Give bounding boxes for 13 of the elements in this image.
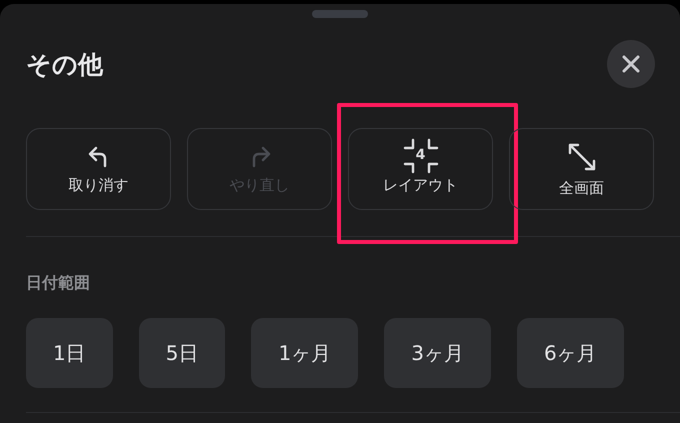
section-label: 日付範囲 xyxy=(26,273,91,294)
range-chip[interactable]: 6ヶ月 xyxy=(516,318,624,388)
range-chip[interactable]: 1ヶ月 xyxy=(251,318,358,388)
range-chip[interactable]: 3ヶ月 xyxy=(384,318,491,388)
range-chip[interactable]: 1日 xyxy=(26,318,113,388)
close-icon xyxy=(621,54,641,74)
action-button[interactable]: 取り消す xyxy=(26,128,171,210)
range-chip[interactable]: 5日 xyxy=(138,318,226,388)
drag-handle[interactable] xyxy=(312,10,368,18)
close-button[interactable] xyxy=(607,40,655,88)
sheet-title: その他 xyxy=(26,48,103,80)
action-button[interactable]: 全画面 xyxy=(509,128,654,210)
action-button[interactable]: 4 レイアウト xyxy=(348,128,493,210)
